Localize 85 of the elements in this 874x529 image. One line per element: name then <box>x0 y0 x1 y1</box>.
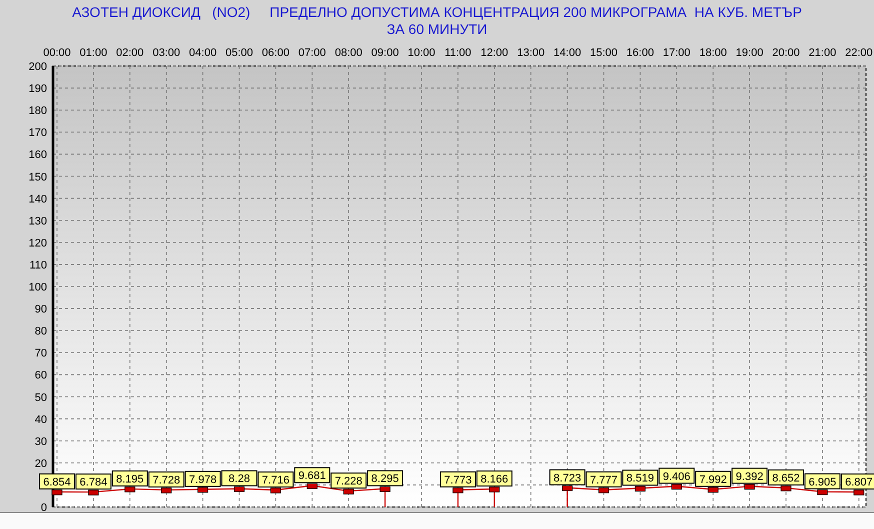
axis-tick-label: 04:00 <box>189 47 217 59</box>
data-point <box>380 486 390 492</box>
axis-tick-label: 110 <box>29 259 47 272</box>
data-label: 6.807 <box>840 474 874 490</box>
axis-tick-label: 08:00 <box>334 47 362 59</box>
axis-tick-label: 10:00 <box>408 47 436 59</box>
data-point <box>817 489 828 496</box>
data-point <box>708 487 718 493</box>
axis-tick-label: 160 <box>28 149 47 162</box>
axis-tick-label: 15:00 <box>590 47 618 59</box>
data-label: 9.406 <box>658 468 695 484</box>
data-point <box>452 488 464 494</box>
data-label: 6.905 <box>804 473 840 490</box>
data-label: 7.978 <box>184 470 221 487</box>
axis-tick-label: 140 <box>28 193 47 206</box>
axis-tick-label: 130 <box>28 215 47 228</box>
axis-tick-label: 18:00 <box>699 47 727 59</box>
data-point <box>634 486 646 492</box>
data-label: 8.195 <box>112 470 148 486</box>
axis-tick-label: 50 <box>34 392 47 404</box>
axis-tick-label: 13:00 <box>517 47 545 59</box>
data-label: 6.854 <box>39 473 75 490</box>
data-point <box>343 488 354 494</box>
axis-tick-label: 02:00 <box>116 47 144 59</box>
axis-tick-label: 190 <box>28 83 47 96</box>
data-point <box>306 483 318 489</box>
axis-tick-label: 21:00 <box>808 47 836 59</box>
axis-tick-label: 16:00 <box>626 47 654 59</box>
data-label: 6.784 <box>75 474 112 490</box>
data-label: 7.228 <box>330 472 367 489</box>
axis-tick-label: 14:00 <box>554 47 582 59</box>
data-point <box>270 488 281 494</box>
data-point <box>198 487 208 493</box>
data-label: 7.992 <box>695 470 732 487</box>
data-label: 8.519 <box>622 470 658 486</box>
data-point <box>744 484 755 490</box>
axis-tick-label: 30 <box>34 436 47 448</box>
axis-tick-label: 12:00 <box>480 47 508 59</box>
data-label: 8.28 <box>221 470 258 486</box>
axis-tick-label: 90 <box>34 304 47 316</box>
axis-tick-label: 09:00 <box>371 47 399 59</box>
axis-tick-label: 22:00 <box>845 47 873 59</box>
axis-tick-label: 180 <box>28 105 47 118</box>
data-point <box>161 488 172 494</box>
axis-tick-label: 20:00 <box>772 47 800 59</box>
chart-title: ЗА 60 МИНУТИ <box>386 21 488 38</box>
data-point <box>88 490 99 496</box>
data-label: 7.728 <box>148 471 184 488</box>
data-label: 8.295 <box>367 470 404 486</box>
axis-tick-label: 200 <box>28 61 47 73</box>
axis-tick-label: 05:00 <box>225 47 254 59</box>
axis-tick-label: 20 <box>34 458 47 470</box>
axis-tick-label: 170 <box>28 127 47 140</box>
data-point <box>124 486 136 492</box>
data-label: 7.777 <box>586 471 622 488</box>
data-label: 8.652 <box>768 469 804 486</box>
data-point <box>562 485 573 492</box>
data-label: 7.773 <box>440 471 476 488</box>
data-point <box>598 488 610 494</box>
axis-tick-label: 70 <box>34 348 47 360</box>
axis-tick-label: 07:00 <box>298 47 326 59</box>
axis-tick-label: 03:00 <box>152 47 180 59</box>
axis-tick-label: 100 <box>28 282 47 294</box>
data-label: 9.681 <box>294 467 330 484</box>
axis-tick-label: 06:00 <box>262 47 290 59</box>
axis-tick-label: 60 <box>34 370 47 382</box>
data-label: 9.392 <box>732 468 768 484</box>
axis-tick-label: 00:00 <box>43 47 71 59</box>
axis-tick-label: 01:00 <box>80 47 108 59</box>
data-point <box>671 484 682 490</box>
axis-tick-label: 150 <box>28 171 47 184</box>
axis-tick-label: 11:00 <box>444 47 472 59</box>
data-label: 7.716 <box>258 471 294 488</box>
axis-tick-label: 19:00 <box>736 47 764 59</box>
axis-tick-label: 40 <box>34 414 47 426</box>
data-label: 8.166 <box>476 470 512 486</box>
data-label: 8.723 <box>549 469 586 486</box>
axis-tick-label: 0 <box>40 502 47 512</box>
data-point <box>234 486 245 492</box>
axis-tick-label: 80 <box>34 326 47 338</box>
data-point <box>489 486 500 492</box>
axis-tick-label: 17:00 <box>662 47 690 59</box>
data-point <box>780 486 792 492</box>
axis-tick-label: 120 <box>28 237 47 250</box>
chart-title: АЗОТЕН ДИОКСИД (NO2) ПРЕДЕЛНО ДОПУСТИМА КОНЦЕНТРАЦИЯ 200 МИКРОГРАМА НА КУБ. МЕТЪР <box>72 4 802 21</box>
